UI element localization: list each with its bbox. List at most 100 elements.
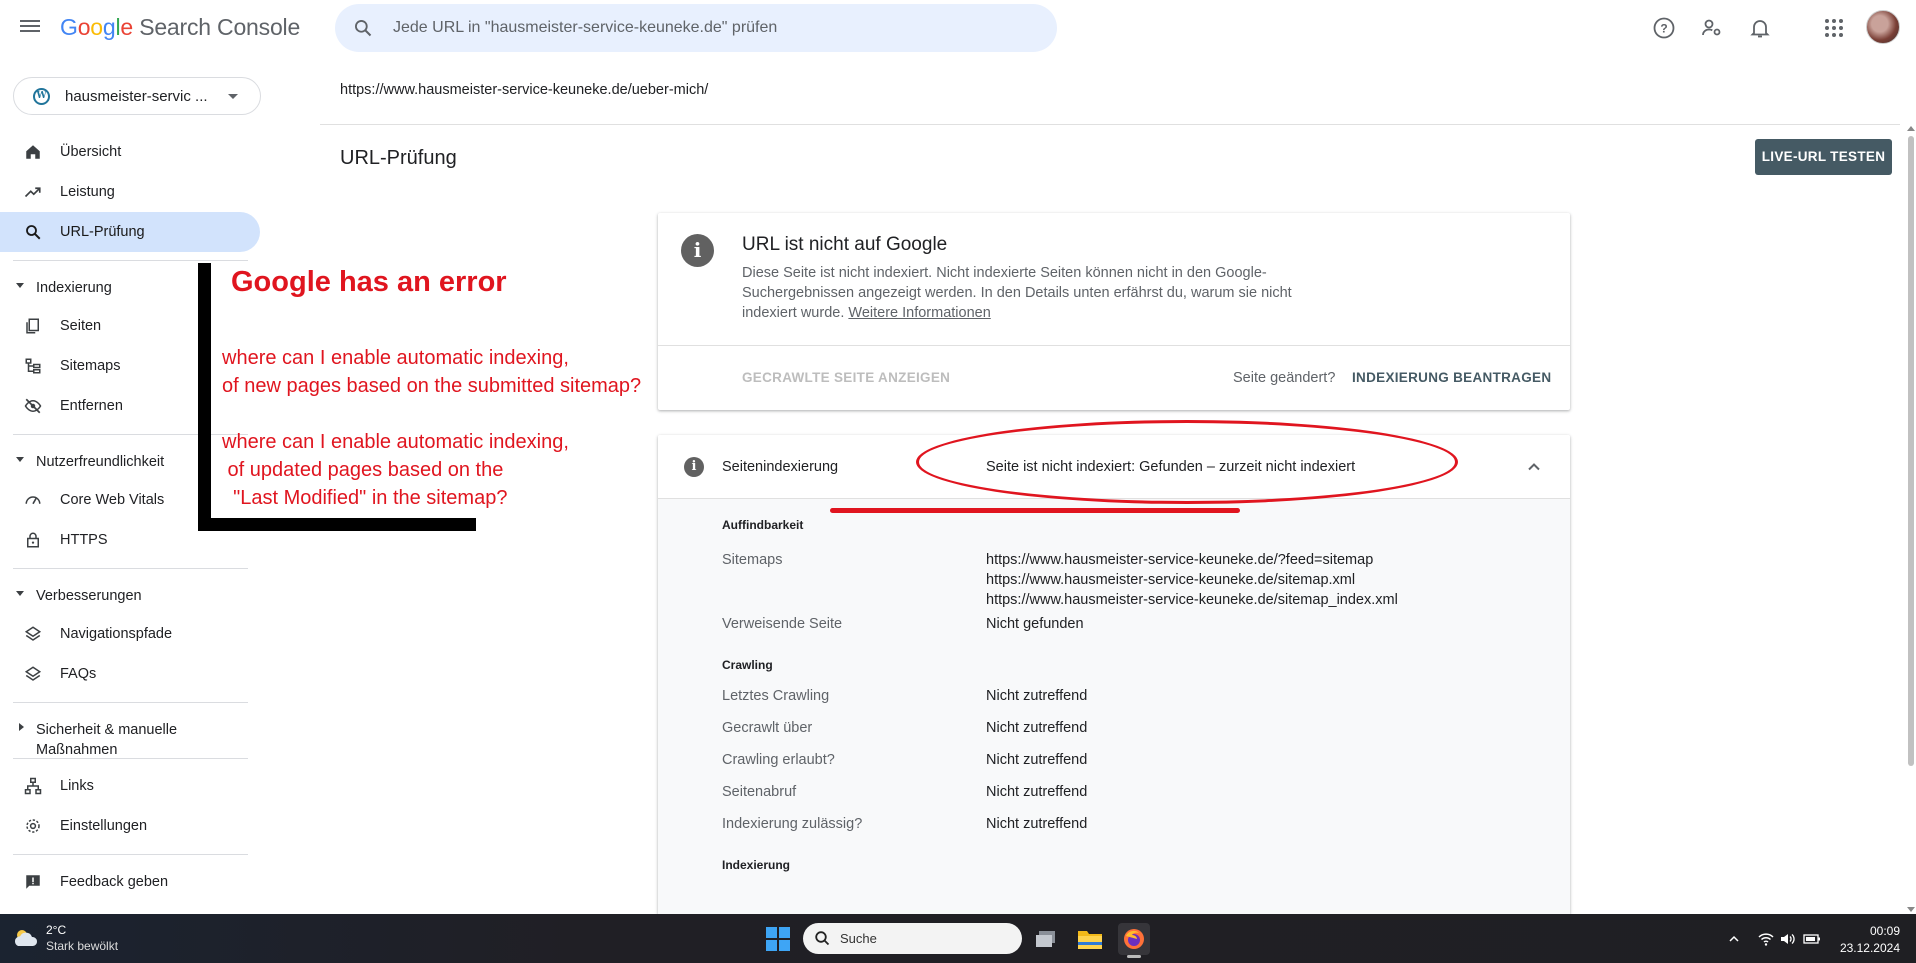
section-label: Indexierung <box>36 280 112 296</box>
status-description: Diese Seite ist nicht indexiert. Nicht i… <box>742 263 1322 323</box>
pages-icon <box>24 317 42 335</box>
cloudy-weather-icon[interactable] <box>12 926 40 950</box>
crawl-row-label: Letztes Crawling <box>722 688 830 704</box>
request-indexing-button[interactable]: INDEXIERUNG BEANTRAGEN <box>1352 370 1551 385</box>
dropdown-caret-icon <box>228 94 238 99</box>
help-icon[interactable]: ? <box>1650 14 1678 42</box>
sidebar-item-label: Navigationspfade <box>60 626 173 642</box>
sidebar-item-label: Einstellungen <box>60 818 148 834</box>
scroll-up-arrow-icon[interactable] <box>1907 126 1915 131</box>
sitemap-url[interactable]: https://www.hausmeister-service-keuneke.… <box>986 590 1398 610</box>
windows-start-icon[interactable] <box>766 927 790 951</box>
windows-taskbar: 2°C Stark bewölkt Suche 00:09 23.12.2024 <box>0 914 1916 963</box>
sidebar-item-overview[interactable]: Übersicht <box>0 132 260 172</box>
annotation-underline <box>830 508 1240 513</box>
sidebar-item-settings[interactable]: Einstellungen <box>0 806 260 846</box>
section-enhancements[interactable]: Verbesserungen <box>0 576 260 612</box>
task-view-icon[interactable] <box>1031 923 1063 955</box>
apps-grid-icon[interactable] <box>1820 14 1848 42</box>
file-explorer-icon[interactable] <box>1074 923 1106 955</box>
sidebar-item-label: HTTPS <box>60 532 108 548</box>
property-selector[interactable]: W hausmeister-servic ... <box>13 77 261 115</box>
section-security[interactable]: Sicherheit & manuelle Maßnahmen <box>0 710 260 760</box>
expand-arrow-icon <box>19 723 24 731</box>
sidebar-item-sitemaps[interactable]: Sitemaps <box>0 346 260 386</box>
sidebar-item-faqs[interactable]: FAQs <box>0 654 260 694</box>
crawl-row-value: Nicht zutreffend <box>986 688 1088 704</box>
sidebar-item-label: Seiten <box>60 318 102 334</box>
sidebar-item-links[interactable]: Links <box>0 766 260 806</box>
sitemap-url[interactable]: https://www.hausmeister-service-keuneke.… <box>986 550 1373 570</box>
sidebar-item-url-inspection[interactable]: URL-Prüfung <box>0 212 260 252</box>
sidebar-item-label: Entfernen <box>60 398 123 414</box>
annotation-line: of updated pages based on the <box>222 459 504 481</box>
sidebar-item-label: FAQs <box>60 666 97 682</box>
sitemaps-label: Sitemaps <box>722 552 783 568</box>
clock-time[interactable]: 00:09 <box>1866 924 1900 938</box>
svg-text:?: ? <box>1660 22 1667 36</box>
clock-date[interactable]: 23.12.2024 <box>1836 941 1900 955</box>
menu-icon[interactable] <box>19 17 41 39</box>
battery-icon[interactable] <box>1803 930 1821 948</box>
sidebar-item-breadcrumbs[interactable]: Navigationspfade <box>0 614 260 654</box>
page-indexing-label: Seitenindexierung <box>722 459 839 475</box>
weather-description: Stark bewölkt <box>46 939 119 953</box>
avatar[interactable] <box>1866 10 1900 44</box>
sidebar-item-label: Links <box>60 778 94 794</box>
app-logo[interactable]: Google Search Console <box>60 14 300 41</box>
notifications-icon[interactable] <box>1746 14 1774 42</box>
wifi-icon[interactable] <box>1757 930 1775 948</box>
sidebar-item-feedback[interactable]: Feedback geben <box>0 862 260 902</box>
sidebar-item-label: Core Web Vitals <box>60 492 165 508</box>
divider <box>13 434 248 435</box>
volume-icon[interactable] <box>1779 930 1797 948</box>
collapse-arrow-icon <box>16 457 24 462</box>
crawl-row-label: Crawling erlaubt? <box>722 752 835 768</box>
manage-users-icon[interactable] <box>1698 14 1726 42</box>
crawl-row-label: Indexierung zulässig? <box>722 816 863 832</box>
crawl-row-label: Seitenabruf <box>722 784 797 800</box>
annotation-ellipse <box>916 420 1458 504</box>
taskbar-search[interactable]: Suche <box>803 923 1022 954</box>
page-changed-text: Seite geändert? <box>1233 370 1336 386</box>
sitemap-url[interactable]: https://www.hausmeister-service-keuneke.… <box>986 570 1355 590</box>
info-icon: i <box>681 234 714 267</box>
sitemap-icon <box>24 357 42 375</box>
learn-more-link[interactable]: Weitere Informationen <box>848 305 990 321</box>
app-title: Search Console <box>133 14 301 40</box>
collapse-arrow-icon <box>16 591 24 596</box>
annotation-line: "Last Modified" in the sitemap? <box>222 487 508 509</box>
sidebar-item-core-web-vitals[interactable]: Core Web Vitals <box>0 480 260 520</box>
scroll-down-arrow-icon[interactable] <box>1907 907 1915 912</box>
section-indexing[interactable]: Indexierung <box>0 268 260 304</box>
lock-icon <box>24 531 42 549</box>
sidebar-item-performance[interactable]: Leistung <box>0 172 260 212</box>
referring-page-value: Nicht gefunden <box>986 616 1084 632</box>
section-experience[interactable]: Nutzerfreundlichkeit <box>0 442 260 478</box>
chevron-up-icon[interactable] <box>1526 459 1542 475</box>
search-input[interactable]: Jede URL in "hausmeister-service-keuneke… <box>393 19 777 37</box>
search-icon <box>24 223 42 241</box>
crawl-row-value: Nicht zutreffend <box>986 784 1088 800</box>
test-live-url-button[interactable]: LIVE-URL TESTEN <box>1755 139 1892 175</box>
sidebar-item-label: Leistung <box>60 184 115 200</box>
sidebar-item-label: Übersicht <box>60 144 122 160</box>
sidebar-item-removals[interactable]: Entfernen <box>0 386 260 426</box>
speed-icon <box>24 491 42 509</box>
wordpress-icon: W <box>33 88 50 105</box>
url-inspection-search[interactable]: Jede URL in "hausmeister-service-keuneke… <box>335 4 1057 52</box>
section-label: Verbesserungen <box>36 588 142 604</box>
view-crawled-page-button[interactable]: GECRAWLTE SEITE ANZEIGEN <box>742 370 950 385</box>
section-label: Sicherheit & manuelle Maßnahmen <box>36 722 178 758</box>
status-title: URL ist nicht auf Google <box>742 234 948 255</box>
crawl-row-value: Nicht zutreffend <box>986 752 1088 768</box>
chevron-up-icon[interactable] <box>1725 930 1743 948</box>
divider <box>13 260 248 261</box>
scrollbar[interactable] <box>1906 124 1916 914</box>
divider <box>13 702 248 703</box>
divider <box>13 758 248 759</box>
firefox-icon[interactable] <box>1118 923 1150 958</box>
sidebar-item-pages[interactable]: Seiten <box>0 306 260 346</box>
crawl-row-label: Gecrawlt über <box>722 720 813 736</box>
scrollbar-thumb[interactable] <box>1908 136 1914 766</box>
